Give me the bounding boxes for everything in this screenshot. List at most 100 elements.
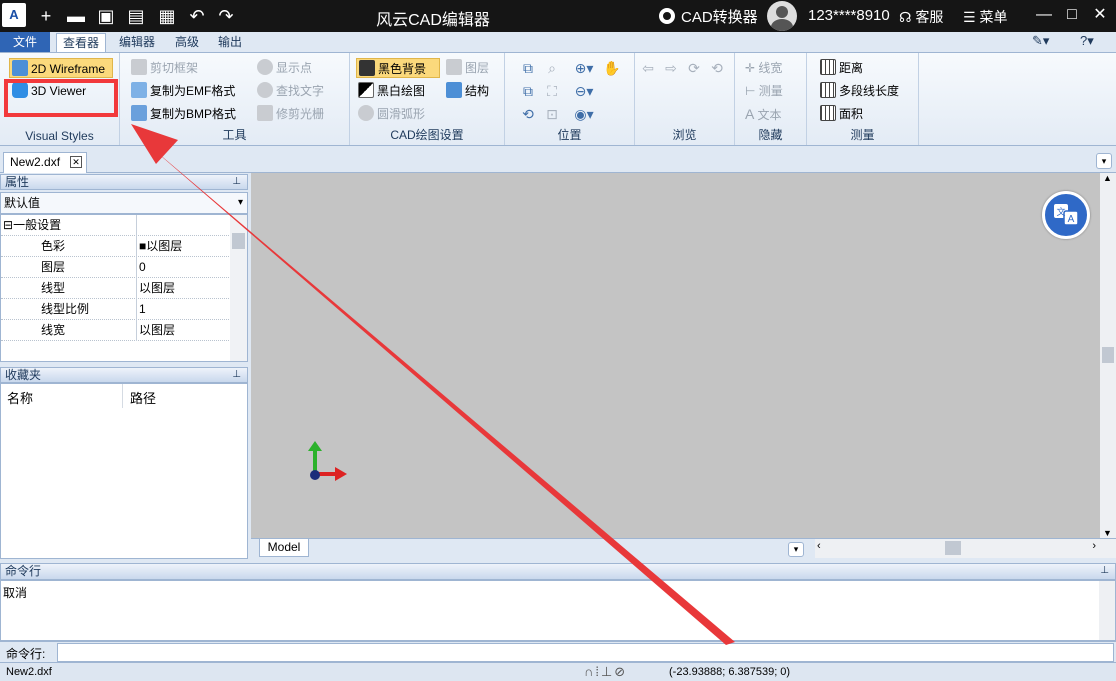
canvas-horizontal-scrollbar[interactable]: ‹ ›	[815, 539, 1116, 558]
refresh-icon[interactable]: ⟳	[685, 59, 703, 77]
bw-drawing-icon	[358, 82, 374, 98]
cad-converter-button[interactable]: CAD转换器	[659, 6, 758, 27]
canvas-vertical-scrollbar[interactable]: ▲ ▼	[1100, 173, 1116, 538]
zoom-extents-icon[interactable]: ⧉	[519, 59, 537, 77]
pan-hand-icon[interactable]: ✋	[603, 59, 621, 77]
pin-icon[interactable]: ⊥	[232, 175, 241, 189]
hide-measure-button[interactable]: ⊢ 测量	[745, 81, 783, 101]
drawing-canvas[interactable]	[251, 173, 1100, 538]
property-category-row[interactable]: ⊟一般设置	[1, 215, 231, 236]
back-icon[interactable]: ⇦	[639, 59, 657, 77]
command-input[interactable]	[57, 643, 1114, 662]
maximize-button[interactable]: □	[1058, 2, 1086, 28]
converter-icon	[659, 8, 675, 24]
tab-output[interactable]: 输出	[212, 33, 248, 52]
distance-button[interactable]: 距离	[820, 58, 863, 78]
tab-file[interactable]: 文件	[0, 32, 50, 52]
scrollbar-thumb[interactable]	[1102, 347, 1114, 363]
polyline-length-button[interactable]: 多段线长度	[820, 81, 899, 101]
property-value[interactable]: 1	[139, 299, 146, 320]
properties-selector-value: 默认值	[4, 196, 41, 210]
zoom-fit-icon[interactable]: ⛶	[543, 82, 561, 100]
black-background-button[interactable]: 黑色背景	[356, 58, 440, 78]
user-avatar[interactable]	[767, 1, 797, 31]
forward-icon[interactable]: ⇨	[662, 59, 680, 77]
menu-button[interactable]: ☰ 菜单	[963, 7, 1007, 27]
polyline-ruler-icon	[820, 82, 836, 98]
properties-scrollbar[interactable]	[230, 215, 247, 361]
smooth-arc-button[interactable]: 圆滑弧形	[358, 104, 425, 124]
tab-editor[interactable]: 编辑器	[113, 33, 161, 52]
hide-line-width-label: 线宽	[758, 61, 783, 75]
copy-bmp-button[interactable]: 复制为BMP格式	[131, 104, 236, 124]
smooth-arc-icon	[358, 105, 374, 121]
document-tab-label: New2.dxf	[10, 155, 61, 169]
layers-button[interactable]: 图层	[446, 58, 489, 78]
layout-list-dropdown-icon[interactable]: ▾	[788, 542, 804, 557]
tab-list-dropdown-icon[interactable]: ▾	[1096, 153, 1112, 169]
property-row[interactable]: 线宽 以图层	[1, 320, 231, 341]
minimize-button[interactable]: —	[1030, 2, 1058, 28]
property-row[interactable]: 线型 以图层	[1, 278, 231, 299]
wireframe-2d-button[interactable]: 2D Wireframe	[9, 58, 113, 78]
pin-icon[interactable]: ⊥	[232, 368, 241, 382]
command-output-scrollbar[interactable]	[1099, 581, 1115, 640]
bw-drawing-button[interactable]: 黑白绘图	[358, 81, 425, 101]
chevron-down-icon: ▾	[237, 197, 243, 208]
style-brush-icon[interactable]: ✎▾	[1026, 32, 1055, 51]
trim-raster-button[interactable]: 修剪光栅	[257, 104, 324, 124]
pin-icon[interactable]: ⊥	[1100, 564, 1109, 578]
property-value[interactable]: 以图层	[139, 320, 175, 341]
document-tab[interactable]: New2.dxf ✕	[3, 152, 87, 173]
scroll-up-icon[interactable]: ▲	[1103, 173, 1112, 183]
clip-frame-button[interactable]: 剪切框架	[131, 58, 198, 78]
property-row[interactable]: 色彩 ■以图层	[1, 236, 231, 257]
close-tab-icon[interactable]: ✕	[70, 156, 82, 168]
distance-label: 距离	[839, 61, 864, 75]
scrollbar-thumb[interactable]	[232, 233, 245, 249]
ribbon-tab-row: 文件 查看器 编辑器 高级 输出 ✎▾ ?▾	[0, 32, 1116, 52]
properties-selector[interactable]: 默认值 ▾	[0, 192, 248, 214]
home-view-icon[interactable]: ⟲	[708, 59, 726, 77]
group-position: ⧉ ⌕ ⊕▾ ✋ ⧉ ⛶ ⊖▾ ⟲ ⊡ ◉▾ 位置	[505, 53, 635, 145]
scroll-down-icon[interactable]: ▼	[1103, 528, 1112, 538]
copy-emf-button[interactable]: 复制为EMF格式	[131, 81, 235, 101]
property-value[interactable]: ■以图层	[139, 236, 182, 257]
help-icon[interactable]: ?▾	[1074, 32, 1100, 51]
close-button[interactable]: ✕	[1086, 2, 1114, 28]
property-value[interactable]: 以图层	[139, 278, 175, 299]
emf-icon	[131, 82, 147, 98]
property-row[interactable]: 线型比例 1	[1, 299, 231, 320]
orbit-icon[interactable]: ◉▾	[571, 105, 597, 123]
zoom-window-icon[interactable]: ⌕	[543, 59, 561, 77]
zoom-out-icon[interactable]: ⊖▾	[571, 82, 597, 100]
customer-service-button[interactable]: ☊ 客服	[899, 7, 943, 27]
collapse-icon[interactable]: ⊟	[3, 218, 13, 232]
property-row[interactable]: 图层 0	[1, 257, 231, 278]
zoom-previous-icon[interactable]: ⊡	[543, 105, 561, 123]
hide-text-button[interactable]: A 文本	[745, 104, 781, 124]
scroll-left-icon[interactable]: ‹	[817, 540, 821, 552]
structure-button[interactable]: 结构	[446, 81, 489, 101]
group-cad-settings: 黑色背景 黑白绘图 圆滑弧形 图层 结构 CAD绘图设置	[350, 53, 505, 145]
zoom-in-icon[interactable]: ⊕▾	[571, 59, 597, 77]
favorites-name-column[interactable]: 名称	[7, 388, 33, 407]
user-account[interactable]: 123****8910	[808, 7, 890, 24]
find-text-button[interactable]: 查找文字	[257, 81, 324, 101]
highlight-box	[4, 79, 118, 117]
hide-line-width-button[interactable]: ✛ 线宽	[745, 58, 782, 78]
area-button[interactable]: 面积	[820, 104, 863, 124]
fit-view-icon[interactable]: ⧉	[519, 82, 537, 100]
favorites-path-column[interactable]: 路径	[122, 384, 156, 408]
scroll-right-icon[interactable]: ›	[1092, 540, 1096, 552]
snap-tools-icon[interactable]: ∩⁞⊥⊘	[584, 664, 627, 680]
show-points-button[interactable]: 显示点	[257, 58, 312, 78]
area-label: 面积	[839, 107, 864, 121]
rotate-view-icon[interactable]: ⟲	[519, 105, 537, 123]
tab-advanced[interactable]: 高级	[169, 33, 205, 52]
translate-icon[interactable]: 文 A	[1042, 191, 1090, 239]
tab-viewer[interactable]: 查看器	[56, 33, 107, 52]
property-value[interactable]: 0	[139, 257, 146, 278]
scrollbar-thumb[interactable]	[945, 541, 961, 555]
model-tab[interactable]: Model	[259, 539, 309, 557]
